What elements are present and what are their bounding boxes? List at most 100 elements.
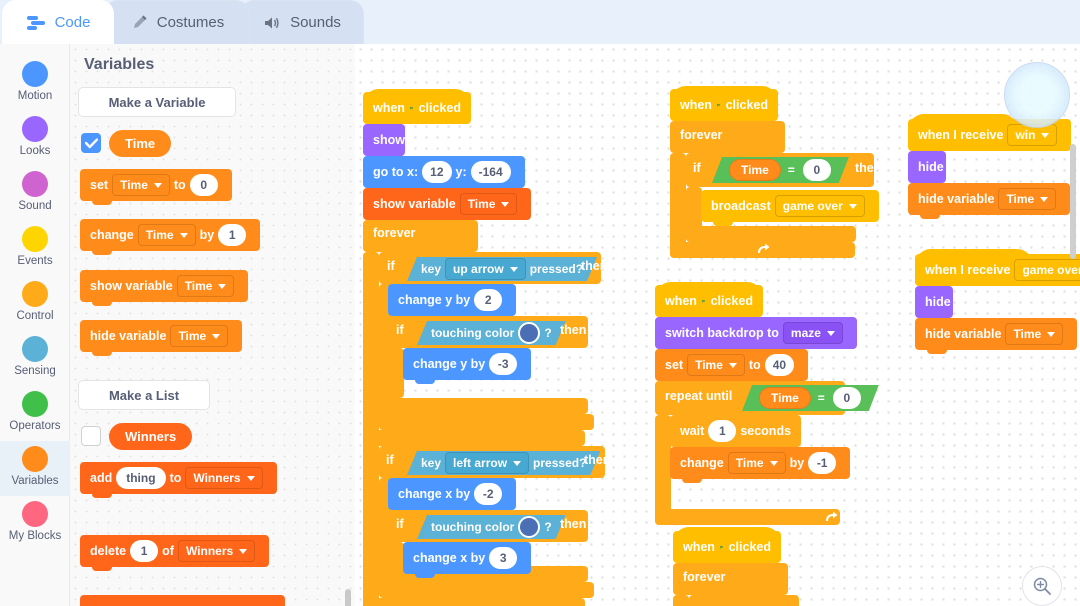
s3-change-value-input[interactable]: -1 (808, 452, 837, 474)
category-my-blocks[interactable]: My Blocks (0, 496, 70, 551)
script1-change-y-1[interactable]: change y by 2 (388, 284, 517, 320)
palette-block-set-variable[interactable]: set Time to 0 (80, 169, 232, 205)
s1-chy2-input[interactable]: -3 (489, 353, 518, 375)
script1-change-x-2[interactable]: change x by 3 (403, 542, 532, 578)
s3-wait-input[interactable]: 1 (708, 420, 737, 442)
script5-hide[interactable]: hide (915, 286, 953, 322)
script2-broadcast[interactable]: broadcast game over (701, 190, 879, 226)
tab-code[interactable]: Code (2, 0, 114, 44)
make-a-variable-button[interactable]: Make a Variable (78, 87, 236, 117)
category-sensing[interactable]: Sensing (0, 331, 70, 386)
tab-sounds[interactable]: Sounds (240, 0, 364, 44)
variables-dot-icon (22, 446, 48, 472)
palette-block-delete-of-list[interactable]: delete 1 of Winners (80, 535, 270, 571)
script1-go-to-xy[interactable]: go to x: 12 y: -164 (363, 156, 525, 192)
script6-when-flag-clicked[interactable]: when clicked (673, 531, 781, 567)
script6-inner-block[interactable] (689, 595, 799, 606)
category-control[interactable]: Control (0, 276, 70, 331)
s2-value-input[interactable]: 0 (803, 159, 831, 181)
script1-key-pressed-1[interactable]: key up arrow pressed? (407, 257, 597, 281)
script3-switch-backdrop[interactable]: switch backdrop to maze (655, 317, 857, 353)
s5-hidevar-dropdown[interactable]: Time (1005, 323, 1064, 345)
tab-costumes[interactable]: Costumes (104, 0, 250, 44)
s1-key1-dropdown[interactable]: up arrow (445, 258, 526, 280)
script4-hide-variable[interactable]: hide variable Time (908, 183, 1071, 219)
s4-hidevar-label: hide variable (918, 192, 995, 206)
script3-wait[interactable]: wait 1 seconds (670, 415, 802, 451)
palette-block-hide-variable[interactable]: hide variable Time (80, 320, 243, 356)
time-variable-checkbox[interactable] (81, 133, 101, 153)
script1-when-flag-clicked[interactable]: when clicked (363, 92, 471, 128)
palette-scrollbar[interactable] (345, 589, 351, 606)
palette-block-show-variable[interactable]: show variable Time (80, 270, 249, 306)
script1-show[interactable]: show (363, 124, 405, 160)
category-operators[interactable]: Operators (0, 386, 70, 441)
script3-equals-operator[interactable]: Time = 0 (742, 385, 879, 411)
s2-broadcast-dropdown[interactable]: game over (774, 195, 865, 217)
delete-list-dropdown[interactable]: Winners (177, 540, 256, 562)
s1-goto-y-input[interactable]: -164 (470, 161, 511, 183)
palette-variable-time[interactable]: Time (109, 130, 172, 157)
script3-change-variable[interactable]: change Time by -1 (670, 447, 851, 483)
delete-index-input[interactable]: 1 (130, 540, 159, 562)
block-palette[interactable]: Variables Make a Variable Time set Time … (70, 44, 355, 606)
palette-block-partial[interactable] (80, 595, 285, 606)
palette-block-change-variable[interactable]: change Time by 1 (80, 219, 261, 255)
add-list-dropdown[interactable]: Winners (185, 467, 263, 489)
s2-time-reporter[interactable]: Time (729, 159, 781, 181)
change-value-input[interactable]: 1 (218, 224, 247, 246)
set-variable-dropdown[interactable]: Time (112, 174, 170, 196)
make-a-list-button[interactable]: Make a List (78, 380, 210, 410)
s1-color-swatch-1[interactable] (518, 322, 540, 344)
s1-goto-x-input[interactable]: 12 (422, 161, 452, 183)
script3-when-flag-clicked[interactable]: when clicked (655, 285, 763, 321)
category-variables[interactable]: Variables (0, 441, 70, 496)
s3-time-reporter[interactable]: Time (759, 387, 811, 409)
script2-when-flag-clicked[interactable]: when clicked (670, 89, 778, 125)
s5-message-dropdown[interactable]: game over (1014, 259, 1080, 281)
script1-change-x-1[interactable]: change x by -2 (388, 478, 517, 514)
s1-chx4-label: change x by (413, 551, 486, 565)
s3-set-value-input[interactable]: 40 (764, 354, 795, 376)
set-value-input[interactable]: 0 (189, 174, 218, 196)
hide-variable-dropdown[interactable]: Time (170, 325, 229, 347)
script1-show-variable[interactable]: show variable Time (363, 188, 532, 224)
s1-chx3-input[interactable]: -2 (474, 483, 503, 505)
s3-backdrop-dropdown[interactable]: maze (782, 322, 843, 344)
category-sound[interactable]: Sound (0, 166, 70, 221)
s2-if-label: if (693, 161, 701, 175)
script1-touching-color-1[interactable]: touching color ? (417, 321, 566, 345)
s3-change-variable-dropdown[interactable]: Time (727, 452, 786, 474)
script5-when-i-receive[interactable]: when I receive game over (915, 254, 1080, 290)
palette-block-add-to-list[interactable]: add thing to Winners (80, 462, 277, 498)
winners-list-checkbox[interactable] (81, 426, 101, 446)
tab-sounds-label: Sounds (290, 14, 341, 31)
s1-key3-dropdown[interactable]: left arrow (445, 452, 529, 474)
script1-change-y-2[interactable]: change y by -3 (403, 348, 532, 384)
script4-hide[interactable]: hide (908, 151, 946, 187)
category-looks-label: Looks (19, 145, 51, 157)
script1-key-pressed-2[interactable]: key left arrow pressed? (407, 451, 600, 475)
s3-ru-value-input[interactable]: 0 (833, 387, 861, 409)
s1-chy1-input[interactable]: 2 (474, 289, 503, 311)
category-looks[interactable]: Looks (0, 111, 70, 166)
script1-touching-color-2[interactable]: touching color ? (417, 515, 566, 539)
script3-set-variable[interactable]: set Time to 40 (655, 349, 809, 385)
s1-chx4-input[interactable]: 3 (489, 547, 518, 569)
operators-dot-icon (22, 391, 48, 417)
s3-set-variable-dropdown[interactable]: Time (687, 354, 745, 376)
change-variable-dropdown[interactable]: Time (137, 224, 196, 246)
zoom-in-button[interactable] (1022, 566, 1062, 606)
workspace-scrollbar-vertical[interactable] (1070, 144, 1076, 259)
s4-hidevar-dropdown[interactable]: Time (998, 188, 1057, 210)
script5-hide-variable[interactable]: hide variable Time (915, 318, 1078, 354)
category-motion[interactable]: Motion (0, 56, 70, 111)
palette-list-winners[interactable]: Winners (109, 423, 193, 450)
code-workspace[interactable]: when clicked show go to x: 12 y: -164 sh… (355, 44, 1080, 606)
s1-showvar-dropdown[interactable]: Time (459, 193, 518, 215)
category-events[interactable]: Events (0, 221, 70, 276)
s1-color-swatch-2[interactable] (518, 516, 540, 538)
script2-equals-operator[interactable]: Time = 0 (712, 157, 849, 183)
add-thing-input[interactable]: thing (116, 467, 166, 489)
show-variable-dropdown[interactable]: Time (176, 275, 235, 297)
